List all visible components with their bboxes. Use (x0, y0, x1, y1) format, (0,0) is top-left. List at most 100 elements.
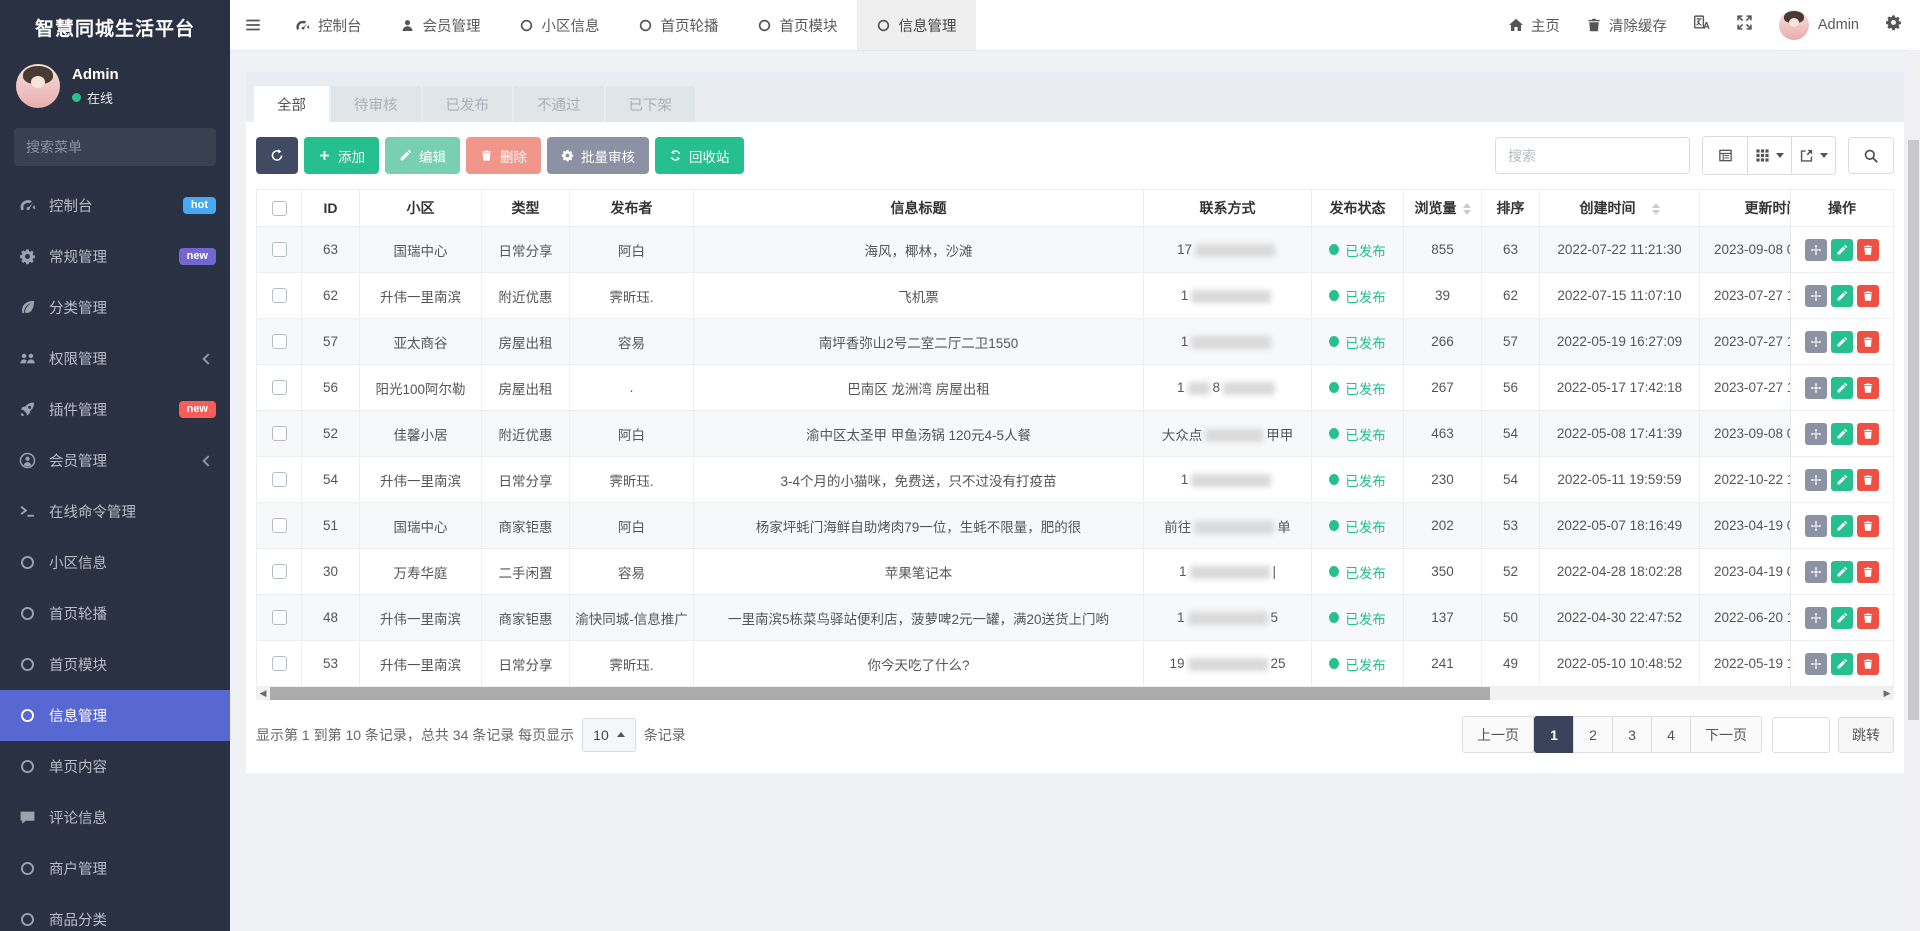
row-delete-button[interactable] (1857, 331, 1879, 353)
row-checkbox[interactable] (272, 564, 287, 579)
row-delete-button[interactable] (1857, 561, 1879, 583)
jump-button[interactable]: 跳转 (1838, 717, 1894, 753)
row-checkbox[interactable] (272, 518, 287, 533)
export-button[interactable] (1791, 137, 1835, 174)
row-move-button[interactable] (1805, 561, 1827, 583)
sidebar-item-1[interactable]: 常规管理new (0, 231, 230, 282)
recycle-bin-button[interactable]: 回收站 (655, 137, 744, 174)
row-delete-button[interactable] (1857, 285, 1879, 307)
sidebar-item-7[interactable]: 小区信息 (0, 537, 230, 588)
col-created-sortable[interactable]: 创建时间 (1540, 189, 1700, 227)
next-page-button[interactable]: 下一页 (1690, 716, 1762, 753)
add-button[interactable]: 添加 (304, 137, 379, 174)
filter-tab-2[interactable]: 已发布 (423, 86, 513, 122)
page-button-2[interactable]: 2 (1573, 716, 1613, 753)
settings-button[interactable] (1885, 14, 1902, 36)
row-checkbox[interactable] (272, 426, 287, 441)
row-checkbox[interactable] (272, 610, 287, 625)
sidebar-search-input[interactable] (26, 139, 207, 155)
sidebar-item-3[interactable]: 权限管理 (0, 333, 230, 384)
row-edit-button[interactable] (1831, 285, 1853, 307)
row-checkbox[interactable] (272, 472, 287, 487)
row-checkbox[interactable] (272, 334, 287, 349)
row-edit-button[interactable] (1831, 515, 1853, 537)
page-button-1[interactable]: 1 (1534, 716, 1574, 753)
sidebar-item-9[interactable]: 首页模块 (0, 639, 230, 690)
sidebar-item-13[interactable]: 商户管理 (0, 843, 230, 894)
row-edit-button[interactable] (1831, 653, 1853, 675)
row-edit-button[interactable] (1831, 607, 1853, 629)
topnav-tab-1[interactable]: 会员管理 (381, 0, 500, 50)
delete-button[interactable]: 删除 (466, 137, 541, 174)
search-submit-button[interactable] (1848, 137, 1894, 174)
prev-page-button[interactable]: 上一页 (1462, 716, 1534, 753)
translate-button[interactable] (1693, 14, 1710, 36)
user-menu-button[interactable]: Admin (1779, 10, 1859, 40)
row-delete-button[interactable] (1857, 607, 1879, 629)
filter-tab-4[interactable]: 已下架 (606, 86, 696, 122)
topnav-tab-3[interactable]: 首页轮播 (619, 0, 738, 50)
row-edit-button[interactable] (1831, 469, 1853, 491)
filter-tab-0[interactable]: 全部 (254, 86, 329, 122)
row-delete-button[interactable] (1857, 423, 1879, 445)
row-move-button[interactable] (1805, 239, 1827, 261)
sidebar-item-11[interactable]: 单页内容 (0, 741, 230, 792)
row-delete-button[interactable] (1857, 239, 1879, 261)
sidebar-item-14[interactable]: 商品分类 (0, 894, 230, 931)
batch-audit-button[interactable]: 批量审核 (547, 137, 649, 174)
page-size-select[interactable]: 10 (582, 718, 636, 752)
row-delete-button[interactable] (1857, 469, 1879, 491)
topnav-tab-0[interactable]: 控制台 (276, 0, 381, 50)
sidebar-item-5[interactable]: 会员管理 (0, 435, 230, 486)
row-checkbox[interactable] (272, 656, 287, 671)
sidebar-item-12[interactable]: 评论信息 (0, 792, 230, 843)
row-move-button[interactable] (1805, 607, 1827, 629)
row-move-button[interactable] (1805, 653, 1827, 675)
row-edit-button[interactable] (1831, 239, 1853, 261)
row-edit-button[interactable] (1831, 423, 1853, 445)
clear-cache-link[interactable]: 清除缓存 (1586, 15, 1667, 36)
filter-tab-1[interactable]: 待审核 (331, 86, 421, 122)
sidebar-item-2[interactable]: 分类管理 (0, 282, 230, 333)
scroll-left-arrow-icon[interactable]: ◀ (256, 687, 270, 700)
row-edit-button[interactable] (1831, 561, 1853, 583)
menu-toggle-button[interactable] (230, 0, 276, 50)
row-move-button[interactable] (1805, 469, 1827, 491)
row-move-button[interactable] (1805, 515, 1827, 537)
refresh-button[interactable] (256, 137, 298, 174)
sidebar-item-0[interactable]: 控制台hot (0, 180, 230, 231)
row-checkbox[interactable] (272, 380, 287, 395)
row-delete-button[interactable] (1857, 377, 1879, 399)
sidebar-item-6[interactable]: 在线命令管理 (0, 486, 230, 537)
page-button-3[interactable]: 3 (1612, 716, 1652, 753)
sidebar-item-8[interactable]: 首页轮播 (0, 588, 230, 639)
sidebar-item-4[interactable]: 插件管理new (0, 384, 230, 435)
row-move-button[interactable] (1805, 331, 1827, 353)
row-move-button[interactable] (1805, 377, 1827, 399)
jump-page-input[interactable] (1772, 717, 1830, 753)
scrollbar-thumb[interactable] (1908, 140, 1919, 720)
row-edit-button[interactable] (1831, 331, 1853, 353)
sidebar-item-10[interactable]: 信息管理 (0, 690, 230, 741)
row-checkbox[interactable] (272, 242, 287, 257)
select-all-checkbox[interactable] (272, 201, 287, 216)
row-move-button[interactable] (1805, 285, 1827, 307)
topnav-tab-4[interactable]: 首页模块 (738, 0, 857, 50)
row-edit-button[interactable] (1831, 377, 1853, 399)
scrollbar-thumb[interactable] (270, 687, 1490, 700)
row-delete-button[interactable] (1857, 653, 1879, 675)
row-delete-button[interactable] (1857, 515, 1879, 537)
detail-view-button[interactable] (1703, 137, 1747, 174)
horizontal-scrollbar[interactable]: ◀ ▶ (256, 687, 1894, 700)
home-link[interactable]: 主页 (1508, 15, 1560, 36)
topnav-tab-2[interactable]: 小区信息 (500, 0, 619, 50)
columns-button[interactable] (1747, 137, 1791, 174)
filter-tab-3[interactable]: 不通过 (514, 86, 604, 122)
table-search-input[interactable] (1495, 137, 1690, 174)
topnav-tab-5[interactable]: 信息管理 (857, 0, 976, 50)
edit-button[interactable]: 编辑 (385, 137, 460, 174)
page-button-4[interactable]: 4 (1651, 716, 1691, 753)
vertical-scrollbar[interactable] (1907, 50, 1920, 931)
row-move-button[interactable] (1805, 423, 1827, 445)
scroll-right-arrow-icon[interactable]: ▶ (1880, 687, 1894, 700)
